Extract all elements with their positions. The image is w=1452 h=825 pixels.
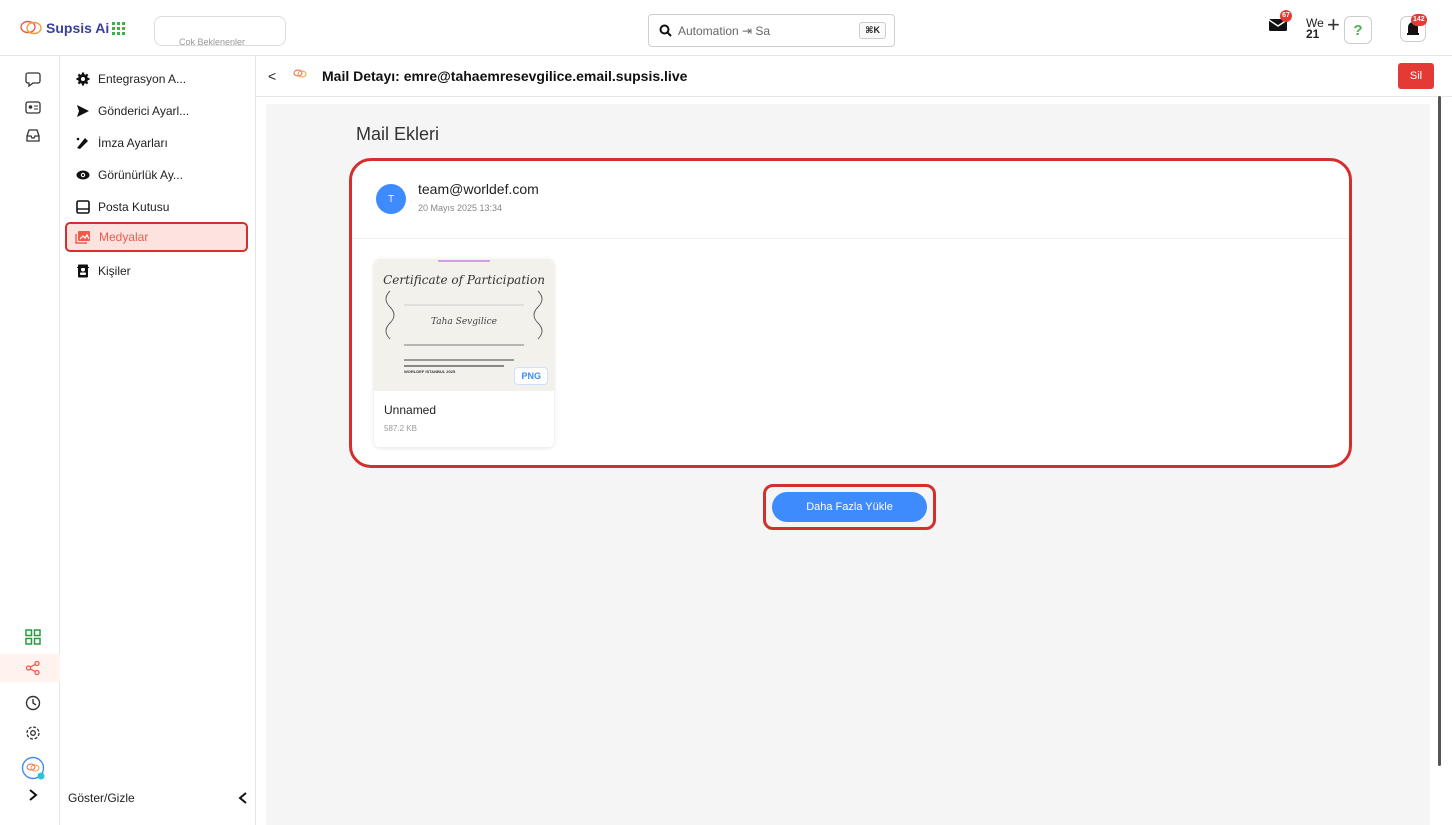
sidebar-item-sender-settings[interactable]: Gönderici Ayarl...	[68, 96, 248, 126]
load-more-button[interactable]: Daha Fazla Yükle	[772, 492, 927, 522]
sidebar-item-label: Medyalar	[99, 230, 149, 244]
sidebar-item-label: Görünürlük Ay...	[98, 168, 183, 182]
inbox-tray-icon[interactable]	[24, 126, 42, 144]
attachment-card[interactable]: Certificate of Participation Taha Sevgil…	[374, 259, 554, 447]
sidebar-item-label: İmza Ayarları	[98, 136, 168, 150]
back-button[interactable]: <	[268, 68, 276, 84]
mail-button[interactable]: 67	[1268, 10, 1292, 34]
page-title: Mail Detayı: emre@tahaemresevgilice.emai…	[322, 68, 688, 84]
contacts-icon	[77, 264, 89, 278]
mailbox-icon	[76, 200, 90, 214]
icon-rail	[0, 56, 60, 825]
supsis-avatar-icon[interactable]	[21, 756, 45, 780]
attachment-size: 587.2 KB	[384, 424, 417, 433]
settings-gear-icon[interactable]	[24, 724, 42, 742]
sender-email: team@worldef.com	[418, 181, 539, 197]
thumbnail-title: Certificate of Participation	[383, 273, 545, 287]
mail-badge: 67	[1280, 10, 1292, 22]
apps-grid-icon[interactable]	[112, 22, 126, 36]
thumbnail-name: Taha Sevgilice	[430, 317, 498, 327]
sidebar-item-mailbox[interactable]: Posta Kutusu	[68, 192, 248, 222]
mini-brand-logo	[286, 68, 314, 86]
sidebar-item-media[interactable]: Medyalar	[65, 222, 248, 252]
card-divider	[352, 238, 1349, 239]
delete-button[interactable]: Sil	[1398, 63, 1434, 89]
brand-logo[interactable]: Supsis Ai	[20, 20, 109, 36]
show-hide-label: Göster/Gizle	[68, 791, 135, 805]
gear-icon	[76, 72, 90, 86]
sidebar-item-integration[interactable]: Entegrasyon A...	[68, 64, 248, 94]
load-more-highlight: Daha Fazla Yükle	[763, 484, 936, 530]
favorites-tab-label: Çok Beklenenler	[179, 37, 246, 46]
settings-sidebar: Entegrasyon A... Gönderici Ayarl... İmza…	[60, 56, 256, 825]
mail-attachments-card: T team@worldef.com 20 Mayıs 2025 13:34 C…	[349, 158, 1352, 468]
attachment-thumbnail[interactable]: Certificate of Participation Taha Sevgil…	[374, 259, 554, 391]
contact-card-icon[interactable]	[24, 98, 42, 116]
sidebar-item-label: Posta Kutusu	[98, 200, 170, 214]
media-icon	[75, 231, 90, 244]
sender-avatar: T	[376, 184, 406, 214]
section-title: Mail Ekleri	[356, 124, 440, 144]
global-search[interactable]: Automation ⇥ Sa ⌘K	[648, 14, 895, 47]
sidebar-item-label: Kişiler	[98, 264, 131, 278]
eye-icon	[76, 170, 90, 180]
date-day: 21	[1306, 27, 1320, 41]
question-icon: ?	[1353, 21, 1363, 39]
content-area: Mail Ekleri T team@worldef.com 20 Mayıs …	[266, 104, 1430, 825]
notifications-button[interactable]: 142	[1400, 14, 1427, 42]
speech-bubbles-icon	[20, 20, 42, 35]
speech-bubbles-icon	[293, 69, 307, 78]
clock-icon[interactable]	[24, 694, 42, 712]
grid-icon[interactable]	[24, 628, 42, 646]
sender-date: 20 Mayıs 2025 13:34	[418, 203, 503, 213]
sidebar-item-label: Gönderici Ayarl...	[98, 104, 190, 118]
share-nodes-icon[interactable]	[24, 659, 42, 677]
help-button[interactable]: ?	[1344, 16, 1372, 44]
show-hide-toggle[interactable]: Göster/Gizle	[68, 786, 248, 810]
sidebar-item-visibility[interactable]: Görünürlük Ay...	[68, 160, 248, 190]
chevron-left-icon	[238, 792, 247, 804]
chevron-right-icon[interactable]	[24, 786, 42, 804]
search-shortcut: ⌘K	[859, 22, 886, 39]
send-icon	[77, 105, 89, 117]
sidebar-item-signature[interactable]: İmza Ayarları	[68, 128, 248, 158]
chat-bubble-icon[interactable]	[24, 70, 42, 88]
favorites-tab[interactable]: Çok Beklenenler	[154, 16, 286, 46]
date-widget[interactable]: We 21	[1306, 17, 1324, 41]
content-scrollbar[interactable]	[1438, 96, 1441, 766]
search-placeholder: Automation ⇥ Sa	[678, 23, 771, 38]
sidebar-item-contacts[interactable]: Kişiler	[68, 256, 248, 286]
sidebar-item-label: Entegrasyon A...	[98, 72, 187, 86]
search-icon	[659, 24, 672, 37]
brand-name: Supsis Ai	[46, 20, 110, 36]
page-header: < Mail Detayı: emre@tahaemresevgilice.em…	[256, 56, 1452, 97]
notification-badge: 142	[1411, 14, 1427, 26]
file-type-badge: PNG	[514, 367, 548, 385]
signature-icon	[76, 137, 88, 149]
thumbnail-footer: WORLDEF ISTANBUL 2025	[404, 369, 456, 374]
add-button[interactable]: +	[1327, 14, 1340, 36]
attachment-name: Unnamed	[384, 403, 437, 417]
top-bar: Supsis Ai Çok Beklenenler Automation ⇥ S…	[0, 0, 1452, 56]
